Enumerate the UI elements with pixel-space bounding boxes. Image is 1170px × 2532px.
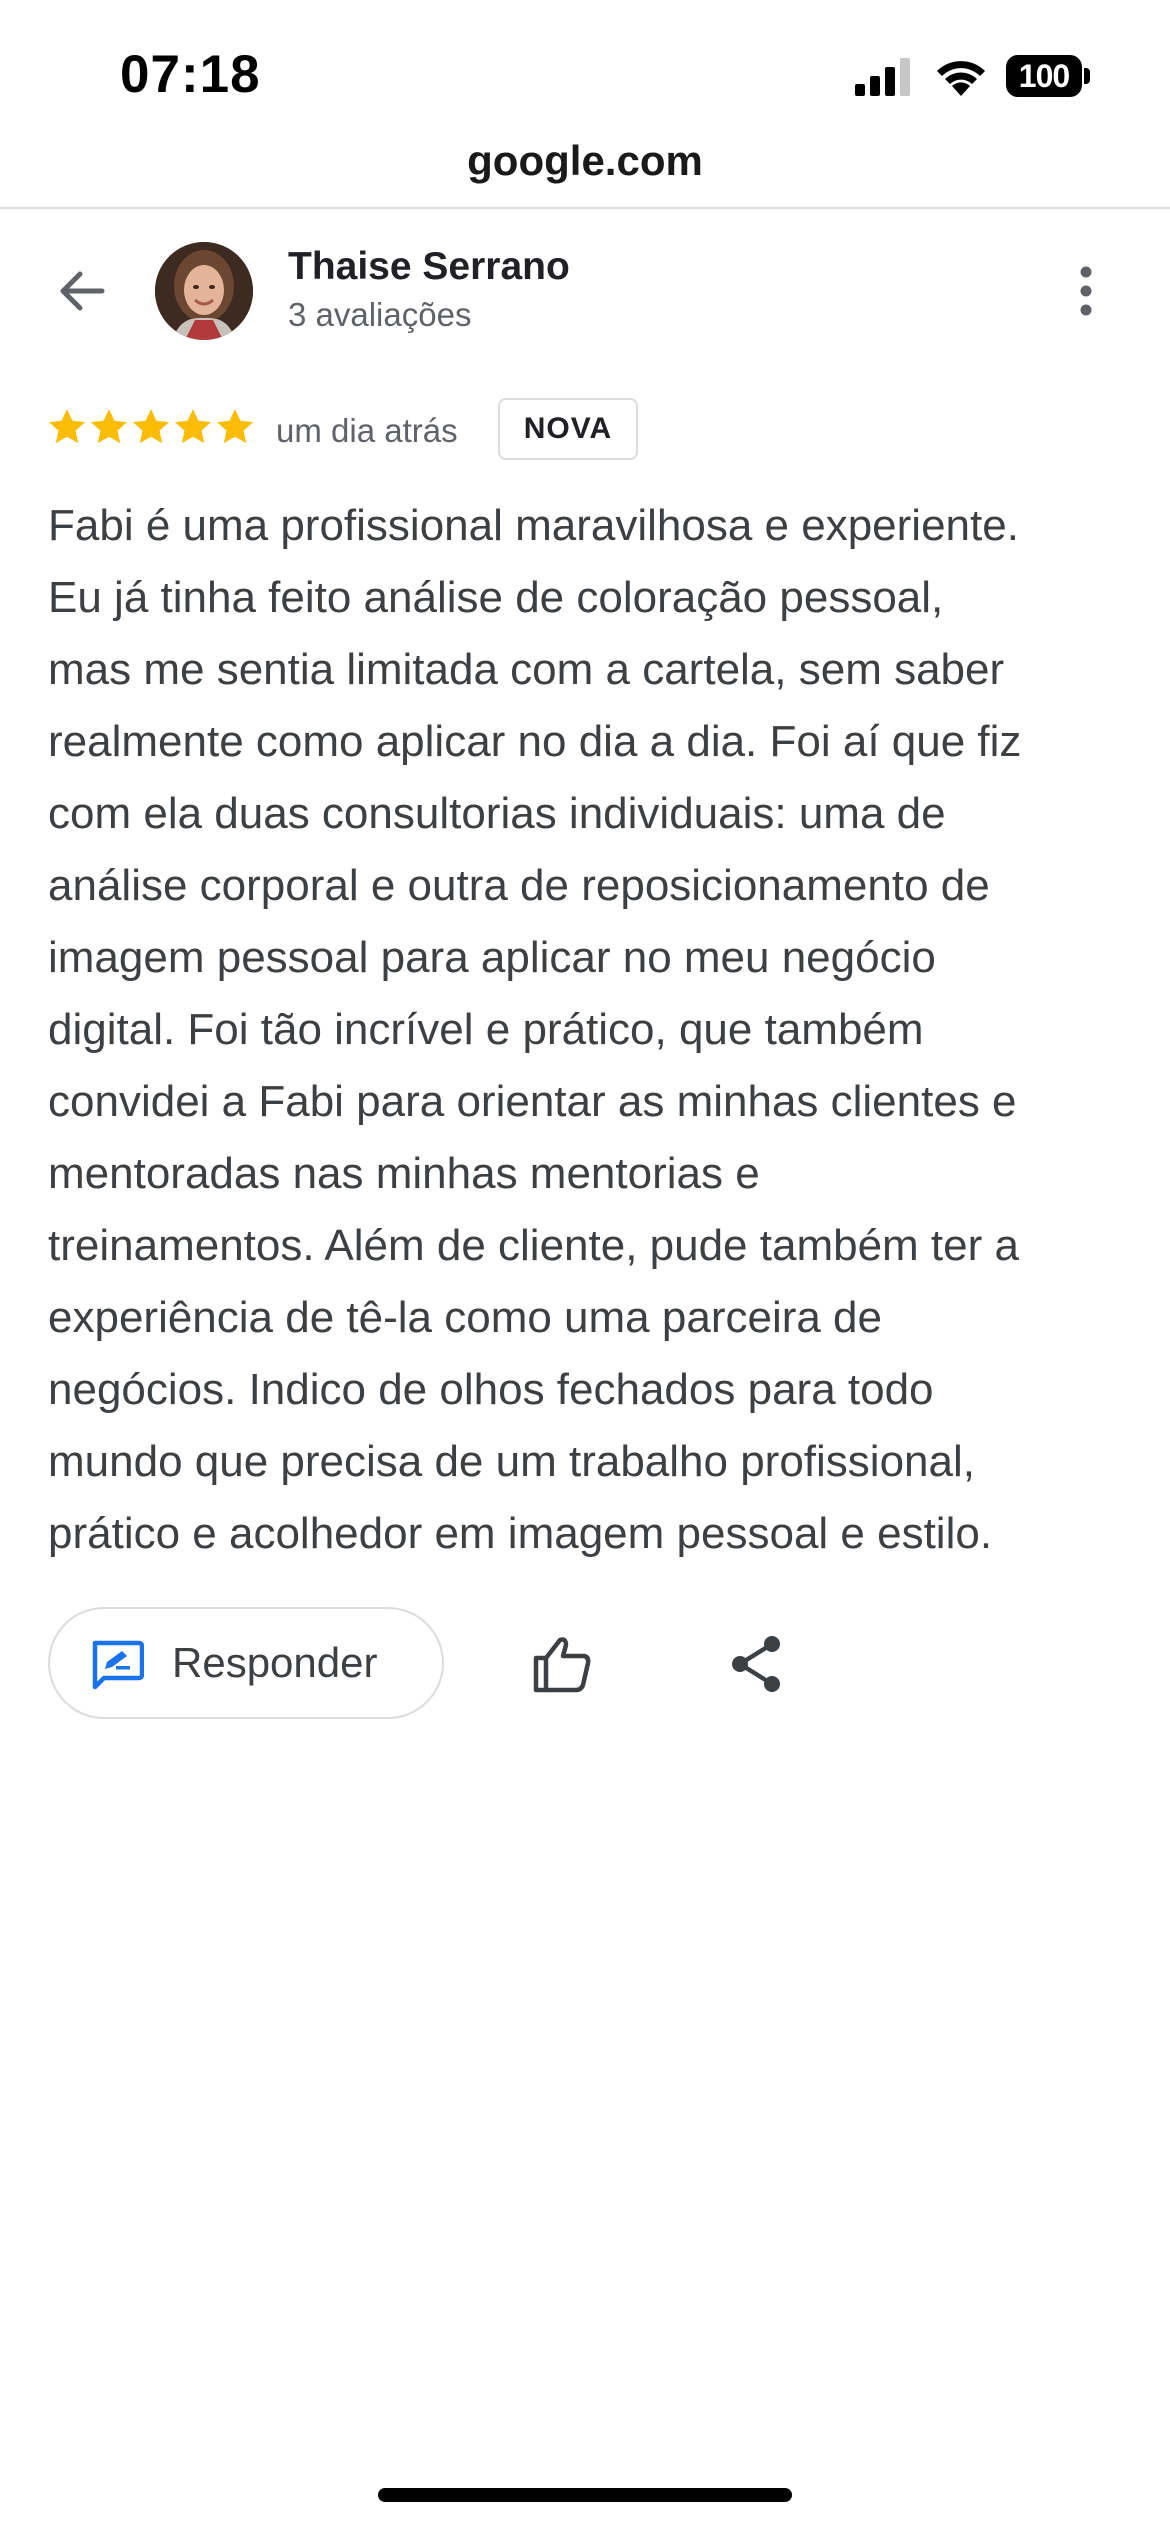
battery-icon: 100 <box>1006 55 1090 97</box>
review-text-line: mundo que precisa de um trabalho profiss… <box>48 1437 975 1486</box>
reply-button[interactable]: Responder <box>48 1607 444 1719</box>
url-text[interactable]: google.com <box>467 137 703 185</box>
review-text-line: imagem pessoal para aplicar no meu negóc… <box>48 933 936 982</box>
reply-label: Responder <box>172 1639 378 1686</box>
status-time: 07:18 <box>120 45 261 104</box>
battery-tip <box>1084 68 1090 84</box>
review-text-line: negócios. Indico de olhos fechados para … <box>48 1365 934 1414</box>
status-bar: 07:18 100 <box>0 0 1170 135</box>
star-rating <box>46 406 256 454</box>
thumb-up-icon[interactable] <box>530 1632 594 1696</box>
review-text-line: mentoradas nas minhas mentorias e <box>48 1149 760 1198</box>
reviewer-review-count: 3 avaliações <box>288 296 472 333</box>
review-text-line: prático e acolhedor em imagem pessoal e … <box>48 1509 993 1558</box>
review-text: Fabi é uma profissional maravilhosa e ex… <box>48 490 1138 1570</box>
home-indicator[interactable] <box>378 2488 792 2502</box>
review-text-line: treinamentos. Além de cliente, pude tamb… <box>48 1221 1019 1270</box>
avatar-image <box>155 242 253 340</box>
review-text-line: convidei a Fabi para orientar as minhas … <box>48 1077 1017 1126</box>
share-icon[interactable] <box>726 1632 786 1696</box>
review-text-line: Eu já tinha feito análise de coloração p… <box>48 573 944 622</box>
new-badge: NOVA <box>498 398 638 460</box>
reviewer-name[interactable]: Thaise Serrano <box>288 245 570 289</box>
review-date: um dia atrás <box>276 412 458 449</box>
review-text-line: realmente como aplicar no dia a dia. Foi… <box>48 717 1022 766</box>
signal-icon <box>855 58 910 96</box>
star-icon <box>132 409 170 444</box>
more-vert-icon[interactable] <box>1062 258 1110 324</box>
review-text-line: digital. Foi tão incrível e prático, que… <box>48 1005 924 1054</box>
review-text-line: mas me sentia limitada com a cartela, se… <box>48 645 1005 694</box>
review-text-line: análise corporal e outra de reposicionam… <box>48 861 990 910</box>
battery-level: 100 <box>1006 55 1082 97</box>
review-text-line: Fabi é uma profissional maravilhosa e ex… <box>48 501 1019 550</box>
review-text-line: com ela duas consultorias individuais: u… <box>48 789 946 838</box>
arrow-left-icon[interactable] <box>50 258 116 324</box>
star-icon <box>174 409 212 444</box>
avatar[interactable] <box>155 242 253 340</box>
url-bar[interactable]: google.com <box>0 135 1170 209</box>
review-text-line: experiência de tê-la como uma parceira d… <box>48 1293 883 1342</box>
star-icon <box>216 409 254 444</box>
wifi-icon <box>937 61 985 96</box>
star-icon <box>90 409 128 444</box>
star-icon <box>48 409 86 444</box>
rate-review-icon <box>92 1640 144 1690</box>
